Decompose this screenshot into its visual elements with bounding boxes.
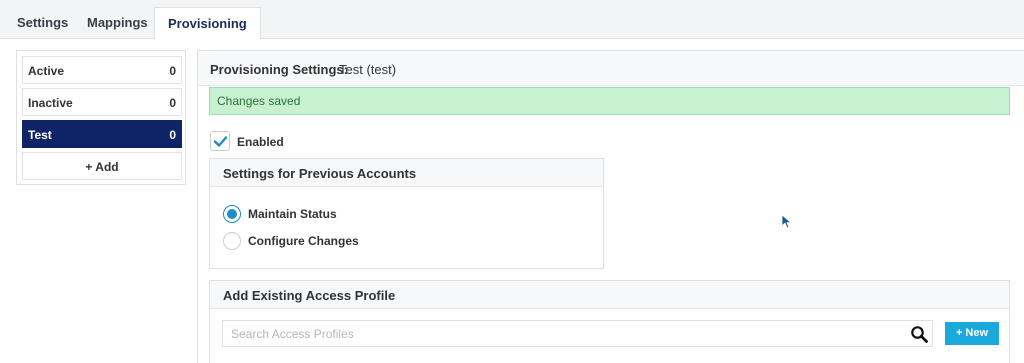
enabled-checkbox[interactable] <box>210 131 230 151</box>
sidebar-item-count: 0 <box>169 64 176 78</box>
configure-changes-radio[interactable] <box>223 232 241 250</box>
search-button[interactable] <box>906 320 933 347</box>
tab-settings[interactable]: Settings <box>4 7 81 39</box>
sidebar-item-label: Inactive <box>28 96 73 110</box>
panel-title-value: Test (test) <box>339 62 397 77</box>
section-title: Settings for Previous Accounts <box>223 166 417 181</box>
sidebar-item-count: 0 <box>169 128 176 142</box>
sidebar-item-active[interactable]: Active 0 <box>22 56 182 84</box>
new-access-profile-button[interactable]: + New <box>945 322 999 345</box>
section-header: Add Existing Access Profile <box>210 281 1009 309</box>
panel-title-label: Provisioning Settings: <box>210 62 348 77</box>
sidebar-item-count: 0 <box>169 96 176 110</box>
section-title: Add Existing Access Profile <box>223 288 396 303</box>
check-icon <box>213 136 228 147</box>
maintain-status-label: Maintain Status <box>248 207 337 221</box>
sidebar-item-label: Active <box>28 64 65 78</box>
previous-accounts-section: Settings for Previous Accounts Maintain … <box>209 158 604 269</box>
configure-changes-label: Configure Changes <box>248 234 359 248</box>
sidebar-item-test[interactable]: Test 0 <box>22 120 182 148</box>
mouse-cursor-icon <box>781 214 793 229</box>
tab-provisioning[interactable]: Provisioning <box>154 7 261 40</box>
provisioning-sidebar: Active 0 Inactive 0 Test 0 + Add <box>16 50 186 185</box>
enabled-label: Enabled <box>237 135 284 149</box>
tab-mappings[interactable]: Mappings <box>74 7 161 39</box>
access-profile-section: Add Existing Access Profile + New <box>209 280 1010 363</box>
tab-bar: Settings Mappings Provisioning <box>0 0 1024 40</box>
section-header: Settings for Previous Accounts <box>210 159 603 187</box>
success-alert: Changes saved <box>209 87 1010 115</box>
add-provisioning-button[interactable]: + Add <box>22 152 182 180</box>
panel-header: Provisioning Settings: Test (test) <box>198 51 1024 86</box>
sidebar-item-label: Test <box>28 128 52 142</box>
search-icon <box>911 326 928 343</box>
provisioning-settings-panel: Provisioning Settings: Test (test) Chang… <box>197 50 1024 363</box>
search-access-profiles-input[interactable] <box>222 320 907 347</box>
maintain-status-radio[interactable] <box>223 205 241 223</box>
sidebar-item-inactive[interactable]: Inactive 0 <box>22 88 182 116</box>
